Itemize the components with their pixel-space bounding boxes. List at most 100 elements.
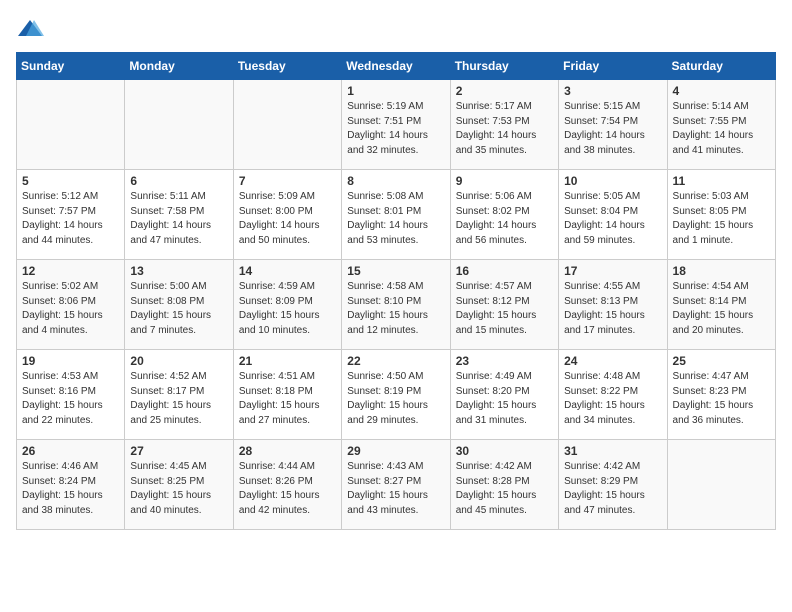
day-number: 25 [673,354,770,368]
day-info: Sunrise: 4:43 AM Sunset: 8:27 PM Dayligh… [347,460,444,518]
day-number: 9 [456,174,553,188]
day-number: 21 [239,354,336,368]
day-number: 15 [347,264,444,278]
day-of-week-header: Thursday [450,53,558,80]
calendar-header-row: SundayMondayTuesdayWednesdayThursdayFrid… [17,53,776,80]
day-info: Sunrise: 4:58 AM Sunset: 8:10 PM Dayligh… [347,280,444,338]
day-of-week-header: Tuesday [233,53,341,80]
day-info: Sunrise: 4:49 AM Sunset: 8:20 PM Dayligh… [456,370,553,428]
day-of-week-header: Wednesday [342,53,450,80]
day-info: Sunrise: 5:14 AM Sunset: 7:55 PM Dayligh… [673,100,770,158]
day-info: Sunrise: 4:59 AM Sunset: 8:09 PM Dayligh… [239,280,336,338]
day-of-week-header: Friday [559,53,667,80]
day-number: 20 [130,354,227,368]
logo [16,16,48,44]
calendar-day-cell: 31Sunrise: 4:42 AM Sunset: 8:29 PM Dayli… [559,440,667,530]
calendar-day-cell [667,440,775,530]
logo-icon [16,16,44,44]
day-of-week-header: Monday [125,53,233,80]
calendar-day-cell: 17Sunrise: 4:55 AM Sunset: 8:13 PM Dayli… [559,260,667,350]
day-info: Sunrise: 5:11 AM Sunset: 7:58 PM Dayligh… [130,190,227,248]
calendar-day-cell: 20 Sunrise: 4:52 AM Sunset: 8:17 PM Dayli… [125,350,233,440]
calendar-day-cell: 25Sunrise: 4:47 AM Sunset: 8:23 PM Dayli… [667,350,775,440]
day-number: 18 [673,264,770,278]
calendar-day-cell: 11 Sunrise: 5:03 AM Sunset: 8:05 PM Dayli… [667,170,775,260]
day-info: Sunrise: 4:54 AM Sunset: 8:14 PM Dayligh… [673,280,770,338]
day-info: Sunrise: 5:06 AM Sunset: 8:02 PM Dayligh… [456,190,553,248]
day-number: 29 [347,444,444,458]
day-info: Sunrise: 5:12 AM Sunset: 7:57 PM Dayligh… [22,190,119,248]
calendar-day-cell: 4 Sunrise: 5:14 AM Sunset: 7:55 PM Daylig… [667,80,775,170]
day-number: 7 [239,174,336,188]
calendar-day-cell: 15 Sunrise: 4:58 AM Sunset: 8:10 PM Dayli… [342,260,450,350]
calendar-day-cell: 6 Sunrise: 5:11 AM Sunset: 7:58 PM Daylig… [125,170,233,260]
calendar-day-cell: 27 Sunrise: 4:45 AM Sunset: 8:25 PM Dayli… [125,440,233,530]
day-number: 19 [22,354,119,368]
day-info: Sunrise: 5:08 AM Sunset: 8:01 PM Dayligh… [347,190,444,248]
calendar-week-row: 1 Sunrise: 5:19 AM Sunset: 7:51 PM Daylig… [17,80,776,170]
calendar-day-cell: 22 Sunrise: 4:50 AM Sunset: 8:19 PM Dayli… [342,350,450,440]
calendar-day-cell: 19 Sunrise: 4:53 AM Sunset: 8:16 PM Dayli… [17,350,125,440]
calendar-day-cell: 29 Sunrise: 4:43 AM Sunset: 8:27 PM Dayli… [342,440,450,530]
day-of-week-header: Sunday [17,53,125,80]
calendar-week-row: 5 Sunrise: 5:12 AM Sunset: 7:57 PM Daylig… [17,170,776,260]
day-info: Sunrise: 5:03 AM Sunset: 8:05 PM Dayligh… [673,190,770,248]
day-number: 6 [130,174,227,188]
day-number: 14 [239,264,336,278]
day-info: Sunrise: 4:52 AM Sunset: 8:17 PM Dayligh… [130,370,227,428]
day-number: 4 [673,84,770,98]
calendar-week-row: 12Sunrise: 5:02 AM Sunset: 8:06 PM Dayli… [17,260,776,350]
calendar-day-cell: 24Sunrise: 4:48 AM Sunset: 8:22 PM Dayli… [559,350,667,440]
calendar-day-cell: 1 Sunrise: 5:19 AM Sunset: 7:51 PM Daylig… [342,80,450,170]
day-number: 5 [22,174,119,188]
day-info: Sunrise: 4:45 AM Sunset: 8:25 PM Dayligh… [130,460,227,518]
day-info: Sunrise: 5:02 AM Sunset: 8:06 PM Dayligh… [22,280,119,338]
day-info: Sunrise: 4:42 AM Sunset: 8:28 PM Dayligh… [456,460,553,518]
day-of-week-header: Saturday [667,53,775,80]
calendar-week-row: 19 Sunrise: 4:53 AM Sunset: 8:16 PM Dayli… [17,350,776,440]
calendar-day-cell: 23Sunrise: 4:49 AM Sunset: 8:20 PM Dayli… [450,350,558,440]
day-number: 8 [347,174,444,188]
calendar-day-cell: 30 Sunrise: 4:42 AM Sunset: 8:28 PM Dayli… [450,440,558,530]
day-number: 22 [347,354,444,368]
day-info: Sunrise: 4:44 AM Sunset: 8:26 PM Dayligh… [239,460,336,518]
day-info: Sunrise: 5:17 AM Sunset: 7:53 PM Dayligh… [456,100,553,158]
calendar-day-cell: 9 Sunrise: 5:06 AM Sunset: 8:02 PM Daylig… [450,170,558,260]
calendar-day-cell [125,80,233,170]
calendar-day-cell: 21Sunrise: 4:51 AM Sunset: 8:18 PM Dayli… [233,350,341,440]
day-info: Sunrise: 5:15 AM Sunset: 7:54 PM Dayligh… [564,100,661,158]
calendar-week-row: 26 Sunrise: 4:46 AM Sunset: 8:24 PM Dayli… [17,440,776,530]
day-number: 11 [673,174,770,188]
calendar-day-cell: 2Sunrise: 5:17 AM Sunset: 7:53 PM Daylig… [450,80,558,170]
calendar-day-cell: 5 Sunrise: 5:12 AM Sunset: 7:57 PM Daylig… [17,170,125,260]
calendar-day-cell: 28 Sunrise: 4:44 AM Sunset: 8:26 PM Dayli… [233,440,341,530]
calendar-day-cell: 16 Sunrise: 4:57 AM Sunset: 8:12 PM Dayli… [450,260,558,350]
calendar-day-cell: 10Sunrise: 5:05 AM Sunset: 8:04 PM Dayli… [559,170,667,260]
calendar-day-cell: 14 Sunrise: 4:59 AM Sunset: 8:09 PM Dayli… [233,260,341,350]
day-number: 26 [22,444,119,458]
day-info: Sunrise: 4:57 AM Sunset: 8:12 PM Dayligh… [456,280,553,338]
day-info: Sunrise: 5:09 AM Sunset: 8:00 PM Dayligh… [239,190,336,248]
day-info: Sunrise: 5:19 AM Sunset: 7:51 PM Dayligh… [347,100,444,158]
day-number: 16 [456,264,553,278]
calendar-day-cell: 7 Sunrise: 5:09 AM Sunset: 8:00 PM Daylig… [233,170,341,260]
day-number: 30 [456,444,553,458]
day-info: Sunrise: 4:55 AM Sunset: 8:13 PM Dayligh… [564,280,661,338]
day-info: Sunrise: 4:48 AM Sunset: 8:22 PM Dayligh… [564,370,661,428]
calendar-table: SundayMondayTuesdayWednesdayThursdayFrid… [16,52,776,530]
day-number: 27 [130,444,227,458]
day-number: 31 [564,444,661,458]
calendar-day-cell: 3 Sunrise: 5:15 AM Sunset: 7:54 PM Daylig… [559,80,667,170]
day-number: 1 [347,84,444,98]
day-number: 3 [564,84,661,98]
day-info: Sunrise: 5:00 AM Sunset: 8:08 PM Dayligh… [130,280,227,338]
day-info: Sunrise: 4:53 AM Sunset: 8:16 PM Dayligh… [22,370,119,428]
day-info: Sunrise: 4:50 AM Sunset: 8:19 PM Dayligh… [347,370,444,428]
day-number: 13 [130,264,227,278]
calendar-day-cell: 26 Sunrise: 4:46 AM Sunset: 8:24 PM Dayli… [17,440,125,530]
calendar-day-cell [233,80,341,170]
day-info: Sunrise: 4:46 AM Sunset: 8:24 PM Dayligh… [22,460,119,518]
header [16,16,776,44]
calendar-day-cell: 13 Sunrise: 5:00 AM Sunset: 8:08 PM Dayli… [125,260,233,350]
day-number: 28 [239,444,336,458]
